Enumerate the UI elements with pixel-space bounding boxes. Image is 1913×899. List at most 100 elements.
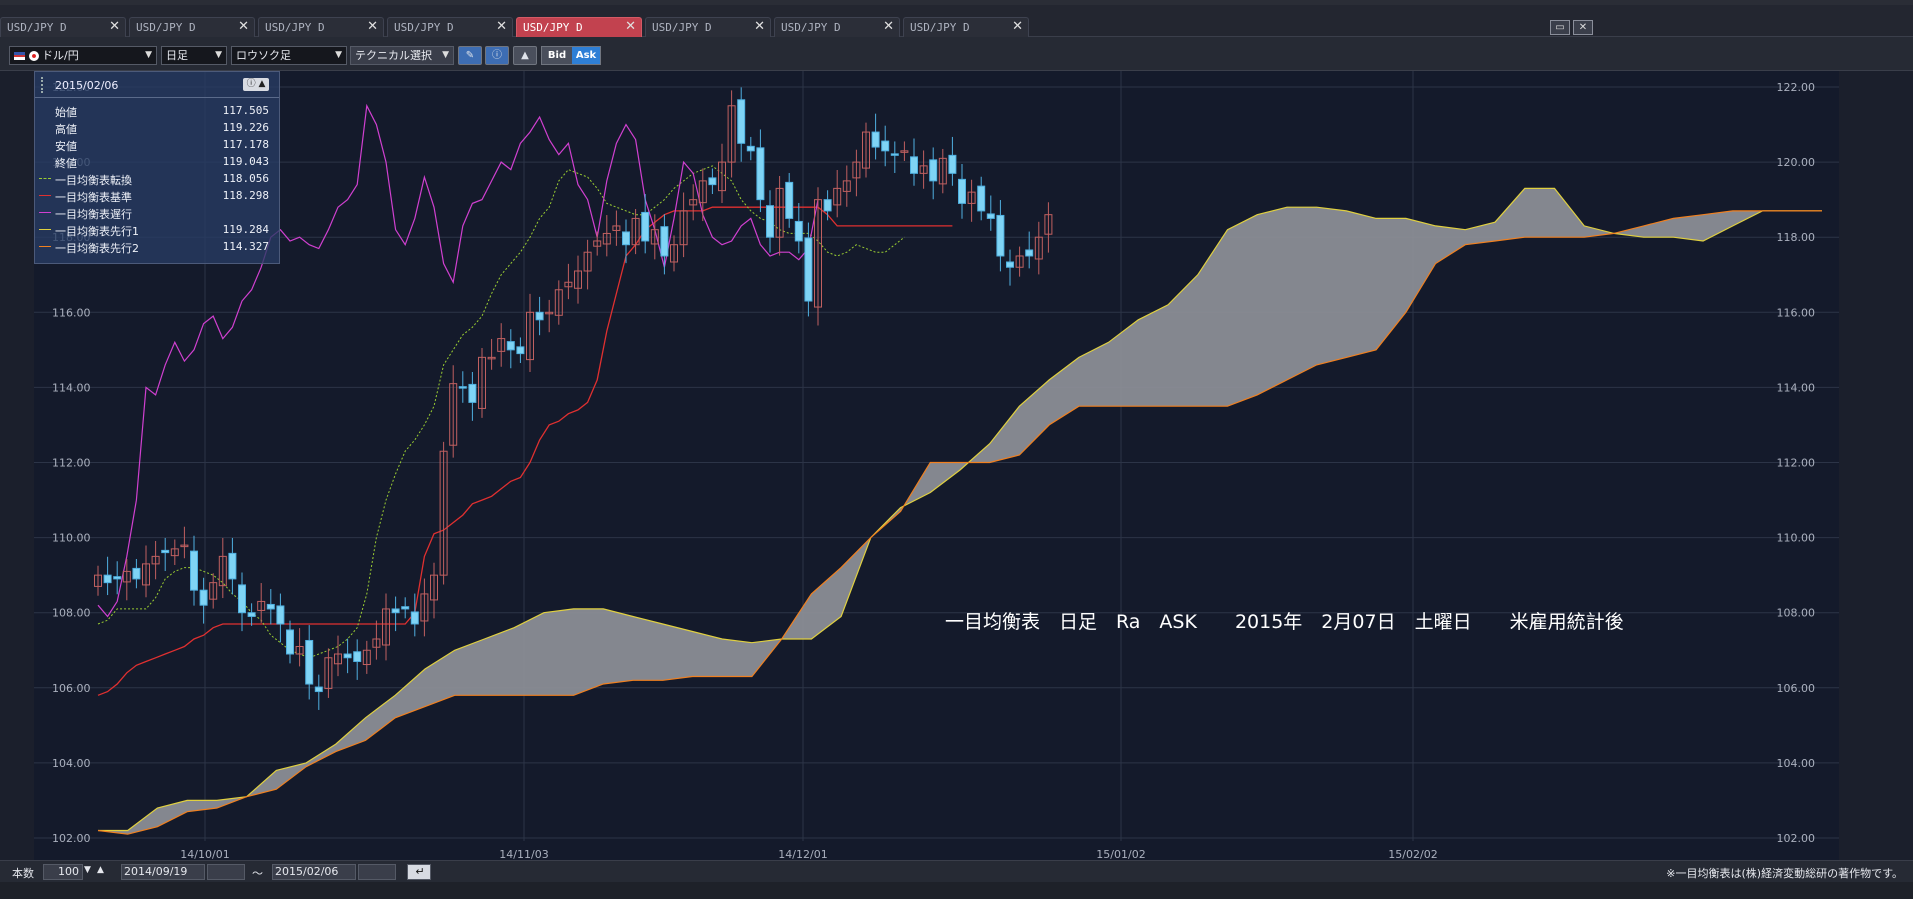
- candle-body: [794, 220, 803, 242]
- draw-pen-button[interactable]: ✎: [458, 46, 482, 65]
- legend-swatch: [39, 229, 51, 230]
- x-tick-label: 15/02/02: [1388, 848, 1437, 860]
- close-window-icon[interactable]: ✕: [1573, 20, 1593, 35]
- candle-body: [785, 181, 794, 219]
- candle-body: [113, 576, 122, 580]
- legend-swatch: [39, 178, 51, 179]
- info-button[interactable]: ⓘ: [485, 46, 509, 65]
- info-value: 118.298: [222, 189, 269, 202]
- count-input[interactable]: 100: [43, 864, 83, 880]
- window-bottom: [0, 882, 1913, 899]
- end-time-field[interactable]: [358, 864, 396, 880]
- info-label: 高値: [55, 123, 77, 136]
- candle-body: [228, 552, 237, 580]
- tab-usd-jpy-1[interactable]: USD/JPY D ✕: [0, 17, 126, 37]
- y-tick-label-left: 110.00: [52, 532, 91, 545]
- maximize-icon[interactable]: ▭: [1550, 20, 1570, 35]
- chart-type-select[interactable]: ロウソク足 ▼: [231, 46, 347, 65]
- tab-usd-jpy-6[interactable]: USD/JPY D ✕: [645, 17, 771, 37]
- candle-body: [535, 311, 544, 321]
- period-value: 日足: [166, 49, 188, 62]
- drag-handle-icon[interactable]: [41, 77, 45, 93]
- ichimoku-chart[interactable]: 122.00122.00120.00120.00118.00118.00116.…: [0, 71, 1913, 860]
- close-icon[interactable]: ✕: [625, 19, 636, 34]
- candle-body: [996, 214, 1005, 257]
- candle-body: [468, 383, 477, 403]
- candle-body: [458, 386, 467, 389]
- info-value: 119.043: [222, 155, 269, 168]
- y-tick-label-left: 106.00: [52, 682, 91, 695]
- y-tick-label-right: 110.00: [1777, 532, 1816, 545]
- ask-option[interactable]: Ask: [572, 47, 600, 64]
- candle-body: [871, 131, 880, 148]
- area-chart-button[interactable]: ▲: [513, 46, 537, 65]
- close-icon[interactable]: ✕: [883, 19, 894, 34]
- info-row: 高値 119.226: [35, 119, 279, 136]
- info-value: 117.178: [222, 138, 269, 151]
- close-icon[interactable]: ✕: [496, 19, 507, 34]
- tab-usd-jpy-2[interactable]: USD/JPY D ✕: [129, 17, 255, 37]
- info-value: 114.327: [222, 240, 269, 253]
- close-icon[interactable]: ✕: [367, 19, 378, 34]
- x-tick-label: 15/01/02: [1096, 848, 1145, 860]
- info-date: 2015/02/06: [55, 79, 119, 92]
- tab-bar: USD/JPY D ✕ USD/JPY D ✕ USD/JPY D ✕ USD/JPY…: [0, 5, 1913, 37]
- tab-usd-jpy-7[interactable]: USD/JPY D ✕: [774, 17, 900, 37]
- start-date-field[interactable]: 2014/09/19: [121, 864, 205, 880]
- candle-body: [804, 237, 813, 302]
- stepper-down-icon[interactable]: ▼: [84, 865, 91, 875]
- info-row: 一目均衡表先行2 114.327: [35, 238, 279, 255]
- tab-label: USD/JPY D: [523, 21, 583, 34]
- end-date-field[interactable]: 2015/02/06: [272, 864, 356, 880]
- tab-usd-jpy-4[interactable]: USD/JPY D ✕: [387, 17, 513, 37]
- y-tick-label-right: 102.00: [1777, 832, 1816, 845]
- y-tick-label-left: 104.00: [52, 757, 91, 770]
- close-icon[interactable]: ✕: [109, 19, 120, 34]
- info-label: 一目均衡表先行1: [55, 225, 139, 238]
- period-select[interactable]: 日足 ▼: [161, 46, 227, 65]
- tab-usd-jpy-8[interactable]: USD/JPY D ✕: [903, 17, 1029, 37]
- candle-body: [823, 199, 832, 212]
- candle-body: [929, 159, 938, 182]
- candle-body: [737, 99, 746, 144]
- candle-body: [401, 606, 410, 610]
- status-bar: 本数 100 ▼ ▲ 2014/09/19 ～ 2015/02/06 ↵ ※一目…: [0, 860, 1913, 882]
- x-tick-label: 14/11/03: [499, 848, 548, 860]
- tab-label: USD/JPY D: [136, 21, 196, 34]
- stepper-up-icon[interactable]: ▲: [97, 865, 104, 875]
- currency-pair-select[interactable]: ドル/円 ▼: [9, 46, 157, 65]
- tab-usd-jpy-5-active[interactable]: USD/JPY D ✕: [516, 17, 642, 37]
- candle-body: [132, 567, 141, 580]
- tab-label: USD/JPY D: [265, 21, 325, 34]
- refresh-button[interactable]: ↵: [407, 864, 431, 880]
- bid-option[interactable]: Bid: [542, 47, 572, 64]
- info-row: 安値 117.178: [35, 136, 279, 153]
- close-icon[interactable]: ✕: [754, 19, 765, 34]
- info-value: 119.226: [222, 121, 269, 134]
- info-icon: ⓘ: [492, 50, 502, 61]
- info-value: 119.284: [222, 223, 269, 236]
- close-icon[interactable]: ✕: [1012, 19, 1023, 34]
- candle-body: [746, 145, 755, 152]
- technical-select[interactable]: テクニカル選択 ▼: [350, 46, 454, 65]
- candle-body: [276, 605, 285, 625]
- candle-body: [506, 341, 515, 351]
- candle-body: [1025, 249, 1034, 257]
- tab-usd-jpy-3[interactable]: USD/JPY D ✕: [258, 17, 384, 37]
- close-icon[interactable]: ✕: [238, 19, 249, 34]
- pen-icon: ✎: [465, 50, 475, 61]
- y-tick-label-right: 112.00: [1777, 457, 1816, 470]
- candle-body: [103, 574, 112, 584]
- info-label: 終値: [55, 157, 77, 170]
- chevron-down-icon: ▼: [215, 50, 222, 60]
- x-tick-label: 14/12/01: [778, 848, 827, 860]
- bid-ask-toggle[interactable]: Bid Ask: [541, 46, 601, 65]
- jp-flag-icon: [28, 51, 39, 61]
- candle-body: [391, 608, 400, 614]
- info-value: 118.056: [222, 172, 269, 185]
- panel-toggle-button[interactable]: ⓘ ▲: [243, 78, 269, 91]
- currency-pair-value: ドル/円: [42, 49, 79, 62]
- start-time-field[interactable]: [207, 864, 245, 880]
- chart-toolbar: ドル/円 ▼ 日足 ▼ ロウソク足 ▼ テクニカル選択 ▼ ✎ ⓘ ▲ Bid …: [0, 37, 1913, 71]
- candle-body: [622, 231, 630, 246]
